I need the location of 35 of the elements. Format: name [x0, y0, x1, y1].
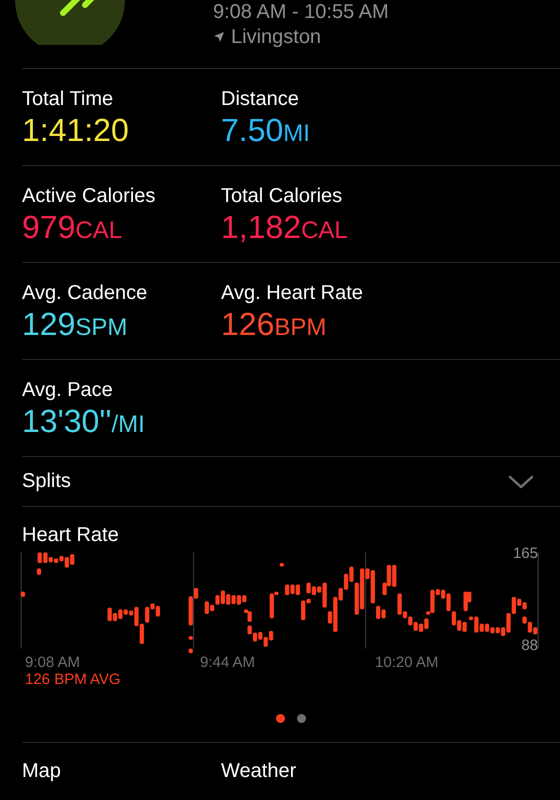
axis-label: 10:20 AM: [374, 654, 440, 671]
location-arrow-icon: [213, 31, 225, 43]
heart-rate-bar: [188, 636, 193, 640]
splits-row[interactable]: Splits: [22, 457, 560, 507]
axis-label: 9:44 AM: [199, 654, 256, 671]
heart-rate-bar: [188, 648, 193, 654]
heart-rate-bar: [36, 568, 42, 575]
metric-label: Avg. Pace: [22, 378, 114, 402]
axis-label: 88: [521, 637, 538, 654]
section-title: Heart Rate: [22, 523, 120, 547]
metric-value: 1,182CAL: [221, 208, 349, 247]
metric-value: 129SPM: [22, 305, 128, 344]
heart-rate-bar: [280, 563, 284, 567]
metric-label: Avg. Heart Rate: [221, 281, 364, 305]
page-dot[interactable]: [297, 714, 306, 723]
average-text: 126 BPM AVG: [24, 671, 122, 688]
page-dot[interactable]: [276, 714, 285, 723]
location-text: Livingston: [231, 25, 322, 50]
axis-label: 9:08 AM: [24, 654, 82, 671]
time-range: 9:08 AM - 10:55 AM: [213, 0, 389, 24]
running-icon: [15, 0, 125, 45]
axis-label: 165: [512, 545, 538, 562]
heart-rate-bar: [20, 592, 26, 597]
metric-value: 7.50MI: [221, 111, 311, 150]
section-title: Map: [22, 759, 62, 783]
metric-label: Active Calories: [22, 184, 156, 208]
metric-value: 126BPM: [221, 305, 328, 344]
metric-label: Total Time: [22, 87, 114, 111]
metric-value: 979CAL: [22, 208, 124, 247]
metric-value: 1:41:20: [22, 111, 130, 149]
metric-label: Distance: [221, 87, 300, 111]
metric-value: 13'30''/MI: [22, 402, 146, 441]
section-title: Weather: [221, 759, 298, 783]
metric-label: Avg. Cadence: [22, 281, 148, 305]
metric-label: Total Calories: [221, 184, 344, 208]
